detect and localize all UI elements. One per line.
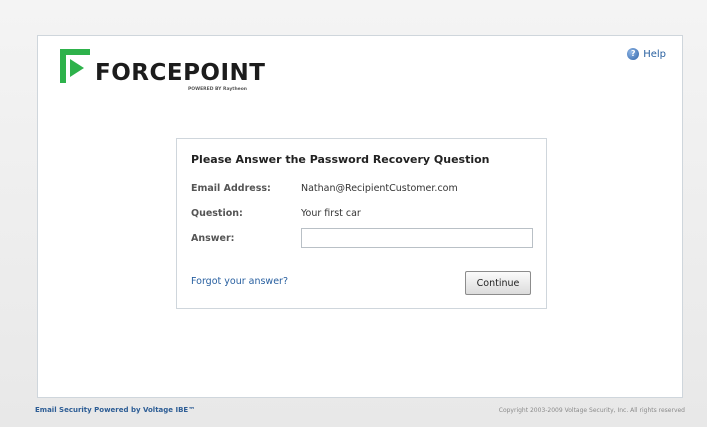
question-value: Your first car <box>301 208 361 219</box>
email-value: Nathan@RecipientCustomer.com <box>301 183 458 194</box>
answer-input[interactable] <box>301 228 533 248</box>
main-panel: FORCEPOINT POWERED BY Raytheon ? Help Pl… <box>37 35 683 398</box>
dialog-title: Please Answer the Password Recovery Ques… <box>191 153 490 166</box>
help-label: Help <box>643 48 666 60</box>
password-recovery-dialog: Please Answer the Password Recovery Ques… <box>176 138 547 309</box>
forcepoint-mark-icon <box>60 49 90 83</box>
answer-label: Answer: <box>191 233 235 244</box>
logo-subtitle: POWERED BY Raytheon <box>188 87 248 92</box>
help-link[interactable]: ? Help <box>627 48 666 60</box>
question-label: Question: <box>191 208 243 219</box>
logo-text: FORCEPOINT <box>95 60 266 86</box>
footer-copyright: Copyright 2003-2009 Voltage Security, In… <box>498 407 685 414</box>
forgot-answer-link[interactable]: Forgot your answer? <box>191 276 288 287</box>
forcepoint-logo: FORCEPOINT POWERED BY Raytheon <box>60 49 280 99</box>
footer-powered-by: Email Security Powered by Voltage IBE™ <box>35 406 196 414</box>
email-label: Email Address: <box>191 183 271 194</box>
help-question-icon: ? <box>627 48 640 60</box>
continue-button[interactable]: Continue <box>465 271 531 295</box>
